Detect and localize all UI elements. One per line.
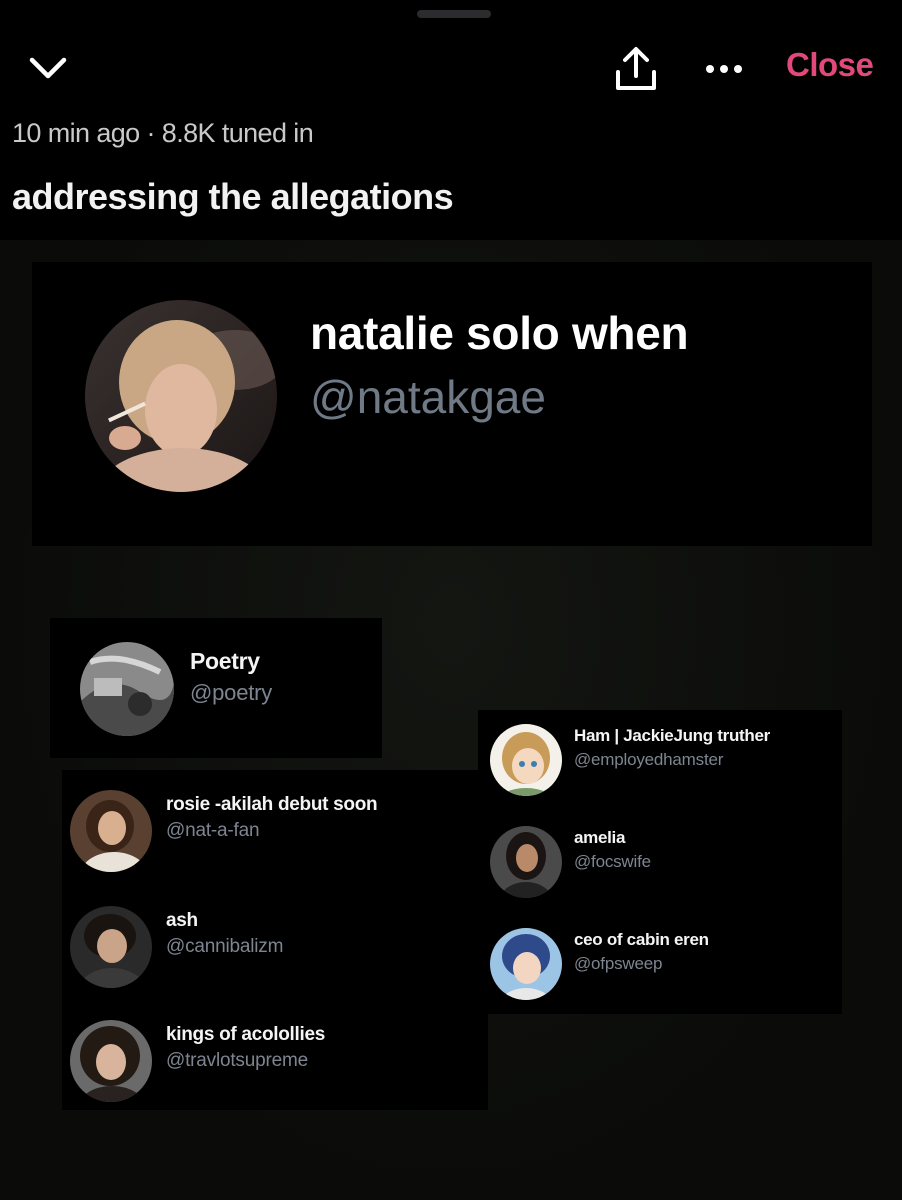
share-icon[interactable] <box>612 44 660 96</box>
speaker-name: ash <box>166 910 198 931</box>
speaker-handle: @nat-a-fan <box>166 820 260 841</box>
close-button[interactable]: Close <box>786 46 874 84</box>
speaker-name: rosie -akilah debut soon <box>166 794 378 815</box>
avatar <box>70 790 152 872</box>
speaker-handle: @employedhamster <box>574 750 724 769</box>
avatar <box>80 642 174 736</box>
space-meta: 10 min ago · 8.8K tuned in <box>12 118 314 148</box>
ellipsis-icon[interactable] <box>700 52 754 86</box>
speaker-handle: @travlotsupreme <box>166 1050 308 1071</box>
speaker-name: Ham | JackieJung truther <box>574 726 770 745</box>
avatar <box>490 928 562 1000</box>
avatar <box>490 724 562 796</box>
avatar <box>490 826 562 898</box>
avatar <box>70 1020 152 1102</box>
speaker-handle: @focswife <box>574 852 651 871</box>
speaker-name: amelia <box>574 828 626 847</box>
host-name: natalie solo when <box>310 307 689 359</box>
avatar <box>70 906 152 988</box>
space-title: addressing the allegations <box>12 176 454 217</box>
drag-handle[interactable] <box>417 10 491 18</box>
host-handle: @natakgae <box>310 371 546 423</box>
host-avatar[interactable] <box>85 300 277 492</box>
speaker-name: kings of acolollies <box>166 1024 326 1045</box>
speaker-handle: @cannibalizm <box>166 936 284 957</box>
chevron-down-icon[interactable] <box>24 44 72 92</box>
speaker-handle: @ofpsweep <box>574 954 663 973</box>
speaker-handle: @poetry <box>190 680 273 705</box>
speaker-name: ceo of cabin eren <box>574 930 709 949</box>
speaker-name: Poetry <box>190 648 260 674</box>
